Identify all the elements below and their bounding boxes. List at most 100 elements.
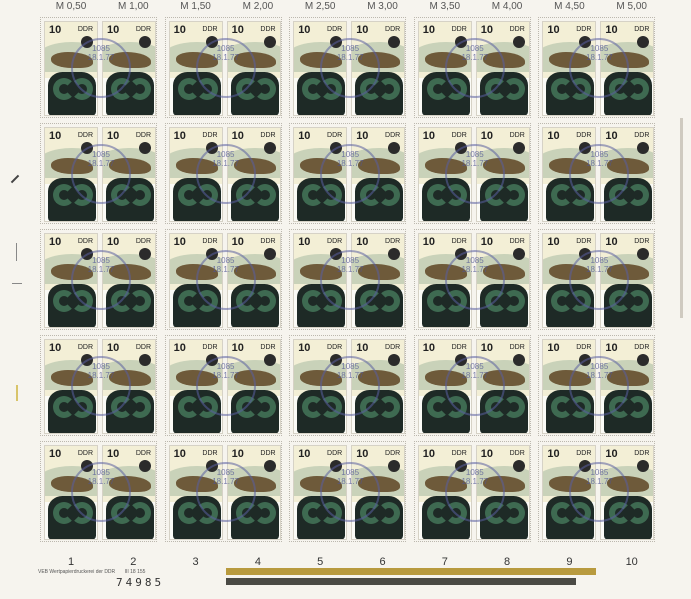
stamp-country: DDR [634,26,650,33]
stamp-country: DDR [260,344,276,351]
stamp-pair: 10 DDR 10 DDR 1085 18.1.77 [40,229,157,330]
postmark-text: 1085 18.1.77 [461,256,489,274]
stamp-country: DDR [260,26,276,33]
stamp-country: DDR [509,450,525,457]
sheet-serial-number: 74985 [116,576,165,589]
stamp-denomination: 10 [356,130,369,142]
stamp-country: DDR [202,344,218,351]
bottom-margin-number: 4 [254,556,261,568]
stamp-denomination: 10 [49,342,62,354]
stamp-country: DDR [385,132,401,139]
stamp-denomination: 10 [422,448,436,460]
stamp-country: DDR [135,344,151,351]
top-margin-value: M 4,50 [554,1,585,12]
stamp-pair: 10 DDR 10 DDR 1085 18.1.77 [289,17,407,118]
top-margin-value: M 2,00 [242,1,274,12]
postmark-text: 1085 18.1.77 [212,468,239,486]
bottom-margin-number: 7 [441,556,448,568]
stamp-country: DDR [451,26,467,33]
top-margin-value: M 5,00 [616,1,647,12]
stamp-denomination: 10 [231,24,244,36]
stamp-denomination: 10 [107,24,120,36]
stamp-pair: 10 DDR 10 DDR 1085 18.1.77 [40,441,157,542]
stamp-denomination: 10 [231,448,244,460]
stamp-denomination: 10 [298,130,311,142]
stamp-pair: 10 DDR 10 DDR 1085 18.1.77 [289,229,407,330]
postmark-text: 1085 18.1.77 [336,44,364,62]
postmark-text: 1085 18.1.77 [461,468,489,486]
stamp-pair: 10 DDR 10 DDR 1085 18.1.77 [289,335,407,436]
stamp-pair: 10 DDR 10 DDR 1085 18.1.77 [164,123,282,224]
stamp-denomination: 10 [547,236,560,248]
postmark-text: 1085 18.1.77 [586,468,613,486]
left-margin-accent [16,385,18,401]
postmark-text: 1085 18.1.77 [336,362,364,380]
stamp-country: DDR [77,132,93,139]
stamp-denomination: 10 [356,448,369,460]
stamp-pair: 10 DDR 10 DDR 1085 18.1.77 [413,441,531,542]
stamp-denomination: 10 [605,448,618,460]
stamp-pair: 10 DDR 10 DDR 1085 18.1.77 [538,441,656,542]
stamp-denomination: 10 [356,24,369,36]
stamp-country: DDR [327,26,343,33]
stamp-country: DDR [385,238,401,245]
stamp-country: DDR [260,132,276,139]
stamp-country: DDR [327,344,343,351]
stamp-denomination: 10 [605,342,618,354]
stamp-denomination: 10 [480,130,494,142]
printer-name: VEB Wertpapierdruckerei der DDR [38,569,116,575]
postmark-text: 1085 18.1.77 [586,256,613,274]
stamp-denomination: 10 [422,24,436,36]
stamp-denomination: 10 [49,24,62,36]
stamp-country: DDR [385,344,401,351]
stamp-denomination: 10 [173,448,186,460]
postmark-text: 1085 18.1.77 [212,150,239,168]
stamp-denomination: 10 [480,236,494,248]
bottom-margin-number: 6 [379,556,386,568]
stamp-country: DDR [451,132,467,139]
stamp-country: DDR [509,344,525,351]
left-margin-mark [12,283,22,284]
postmark-text: 1085 18.1.77 [461,44,489,62]
postmark-text: 1085 18.1.77 [336,256,364,274]
stamp-denomination: 10 [547,130,560,142]
stamp-denomination: 10 [605,236,618,248]
stamp-denomination: 10 [173,24,186,36]
stamp-country: DDR [77,238,93,245]
stamp-pair: 10 DDR 10 DDR 1085 18.1.77 [289,123,407,224]
stamp-country: DDR [509,132,525,139]
stamp-denomination: 10 [173,342,186,354]
stamp-denomination: 10 [49,448,62,460]
postmark-text: 1085 18.1.77 [586,362,613,380]
stamp-country: DDR [260,450,276,457]
stamp-denomination: 10 [231,130,244,142]
stamp-country: DDR [135,450,151,457]
stamp-pair: 10 DDR 10 DDR 1085 18.1.77 [538,229,656,330]
stamp-denomination: 10 [107,342,120,354]
stamp-denomination: 10 [231,342,244,354]
bottom-margin-number: 2 [130,556,137,568]
stamp-denomination: 10 [547,342,560,354]
stamp-country: DDR [327,132,343,139]
stamp-country: DDR [509,26,525,33]
top-margin-value: M 4,00 [491,1,523,12]
printer-imprint: VEB Wertpapierdruckerei der DDR III 18 1… [38,569,145,575]
stamp-country: DDR [385,450,401,457]
stamp-denomination: 10 [107,130,120,142]
postmark-text: 1085 18.1.77 [87,362,115,380]
color-control-bar-top [226,568,596,575]
postmark-text: 1085 18.1.77 [586,150,613,168]
stamp-country: DDR [135,132,151,139]
stamp-sheet: M 0,50 M 1,00 M 1,50 M 2,00 M 2,50 M 3,00 M 3,… [0,0,691,599]
stamp-country: DDR [327,238,343,245]
stamp-denomination: 10 [173,130,186,142]
bottom-margin-number: 5 [317,556,324,568]
left-margin-mark [16,243,17,261]
stamp-pair: 10 DDR 10 DDR 1085 18.1.77 [538,17,656,118]
postmark-text: 1085 18.1.77 [87,468,115,486]
stamp-pair: 10 DDR 10 DDR 1085 18.1.77 [289,441,407,542]
printer-code: III 18 155 [124,569,146,575]
stamp-country: DDR [135,26,151,33]
stamp-denomination: 10 [422,236,436,248]
postmark-text: 1085 18.1.77 [87,150,115,168]
